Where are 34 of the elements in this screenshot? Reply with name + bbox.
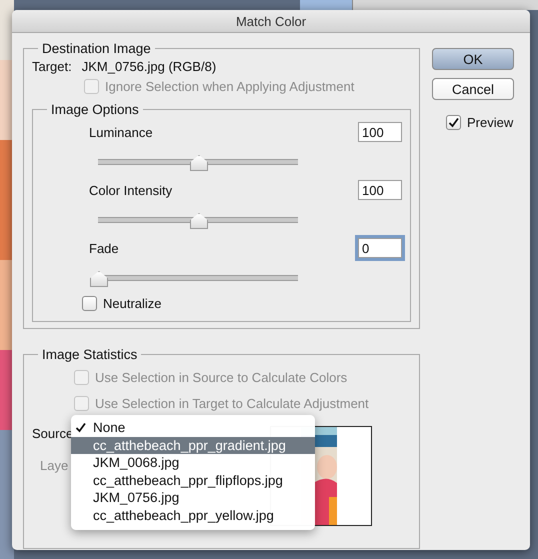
- slider-label: Fade: [89, 240, 119, 256]
- menu-item[interactable]: cc_atthebeach_ppr_gradient.jpg: [71, 436, 315, 454]
- target-label: Target:: [32, 58, 72, 74]
- cancel-button[interactable]: Cancel: [432, 78, 514, 100]
- slider-label: Color Intensity: [89, 182, 172, 198]
- menu-item[interactable]: None: [71, 419, 315, 436]
- layer-label: Laye: [40, 458, 68, 473]
- checkbox[interactable]: [446, 114, 461, 130]
- checkbox-label: Use Selection in Source to Calculate Colors: [95, 370, 348, 384]
- value-field[interactable]: 100: [358, 122, 402, 142]
- group-title: Image Options: [50, 102, 140, 117]
- source-label: Source: [32, 426, 74, 441]
- window-title: Match Color: [236, 14, 306, 28]
- group-title: Image Statistics: [41, 347, 138, 362]
- checkbox[interactable]: [82, 296, 97, 310]
- checkbox-label: Preview: [467, 114, 514, 130]
- checkmark-icon: [75, 422, 86, 434]
- menu-item[interactable]: JKM_0756.jpg: [71, 489, 315, 506]
- menu-item[interactable]: JKM_0068.jpg: [71, 454, 315, 472]
- menu-item[interactable]: cc_atthebeach_ppr_flipflops.jpg: [71, 472, 315, 489]
- slider-thumb[interactable]: [90, 271, 108, 287]
- checkmark-icon: [448, 116, 459, 128]
- checkbox-label: Use Selection in Target to Calculate Adjustment: [95, 396, 369, 410]
- group-title: Destination Image: [41, 41, 152, 56]
- value-field[interactable]: 100: [358, 180, 402, 200]
- checkbox-label: Ignore Selection when Applying Adjustment: [105, 78, 354, 94]
- slider-thumb[interactable]: [190, 213, 208, 229]
- slider-label: Luminance: [89, 124, 153, 140]
- checkbox-label: Neutralize: [103, 296, 162, 310]
- menu-item[interactable]: cc_atthebeach_ppr_yellow.jpg: [71, 506, 315, 524]
- value-field[interactable]: 0: [358, 238, 402, 258]
- slider-thumb[interactable]: [190, 155, 208, 171]
- target-value: JKM_0756.jpg (RGB/8): [82, 58, 216, 74]
- ok-button[interactable]: OK: [432, 48, 514, 70]
